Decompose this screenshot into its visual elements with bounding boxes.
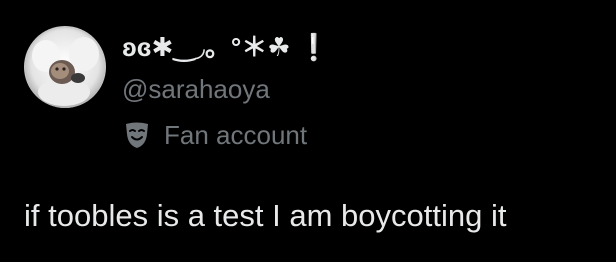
tweet-card: ʚɞ✱‿◞。°＊☘ ❕ @sarahaoya Fan account if to… bbox=[0, 0, 616, 262]
account-label: Fan account bbox=[124, 118, 307, 152]
author-avatar[interactable] bbox=[24, 26, 106, 108]
avatar-image bbox=[24, 26, 106, 108]
author-display-name[interactable]: ʚɞ✱‿◞。°＊☘ ❕ bbox=[122, 29, 330, 65]
theater-mask-icon bbox=[124, 121, 150, 149]
tweet-text: if toobles is a test I am boycotting it bbox=[24, 198, 507, 233]
account-label-text: Fan account bbox=[164, 120, 308, 150]
author-handle[interactable]: @sarahaoya bbox=[122, 72, 270, 106]
